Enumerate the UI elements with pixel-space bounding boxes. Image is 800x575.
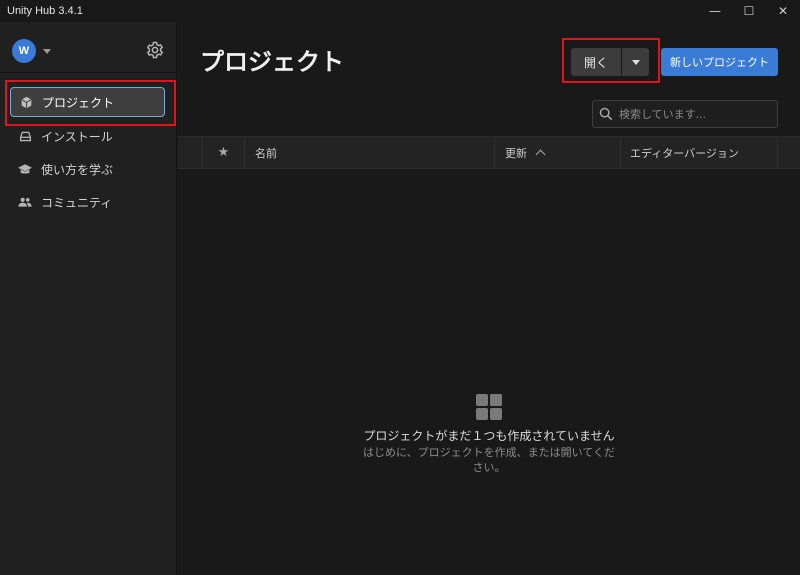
window-title: Unity Hub 3.4.1 [7,5,83,17]
column-header-label: エディターバージョン [630,146,739,160]
title-bar: Unity Hub 3.4.1 — ☐ ✕ [0,0,800,22]
drive-icon [18,129,32,143]
column-header-label: 名前 [255,146,277,160]
sidebar-divider [0,72,177,73]
close-button[interactable]: ✕ [766,0,800,22]
empty-state-title: プロジェクトがまだ１つも作成されていません [363,429,615,443]
star-icon: ★ [217,145,230,160]
empty-state: プロジェクトがまだ１つも作成されていません はじめに、プロジェクトを作成、または… [358,394,620,475]
sidebar: W プロジェクト インストール 使い方を学ぶ コミュニティ [0,22,177,575]
search-icon [599,107,613,121]
column-header-modified[interactable]: 更新 [494,137,620,168]
graduation-cap-icon [18,162,32,176]
main-panel: プロジェクト 開く 新しいプロジェクト ★ 名前 更新 エディターバージョン プ… [178,22,800,575]
account-menu[interactable]: W [12,39,51,63]
search-input[interactable] [619,107,769,121]
avatar[interactable]: W [12,39,36,63]
favorite-column-header[interactable]: ★ [202,137,244,168]
column-header-label: 更新 [505,146,527,160]
chevron-down-icon[interactable] [43,48,51,54]
sidebar-item-learn[interactable]: 使い方を学ぶ [10,154,165,184]
sidebar-item-label: インストール [41,129,113,144]
gear-icon[interactable] [146,41,164,59]
sidebar-item-installs[interactable]: インストール [10,121,165,151]
maximize-button[interactable]: ☐ [732,0,766,22]
sidebar-item-label: 使い方を学ぶ [41,162,114,177]
table-header: ★ 名前 更新 エディターバージョン [178,136,800,169]
page-title: プロジェクト [200,48,344,76]
window-controls: — ☐ ✕ [698,0,800,22]
sort-ascending-icon [535,149,546,160]
sidebar-item-community[interactable]: コミュニティ [10,187,165,217]
empty-state-subtitle: はじめに、プロジェクトを作成、または開いてくだ さい。 [362,446,615,474]
search-box[interactable] [592,100,778,128]
grid-icon [476,394,502,420]
minimize-button[interactable]: — [698,0,732,22]
highlight-box [562,38,660,83]
column-header-name[interactable]: 名前 [244,137,494,168]
sidebar-item-label: コミュニティ [41,195,113,210]
new-project-button[interactable]: 新しいプロジェクト [661,48,778,76]
column-header-editor-version[interactable]: エディターバージョン [620,137,778,168]
highlight-box [5,80,176,126]
people-icon [18,195,32,209]
